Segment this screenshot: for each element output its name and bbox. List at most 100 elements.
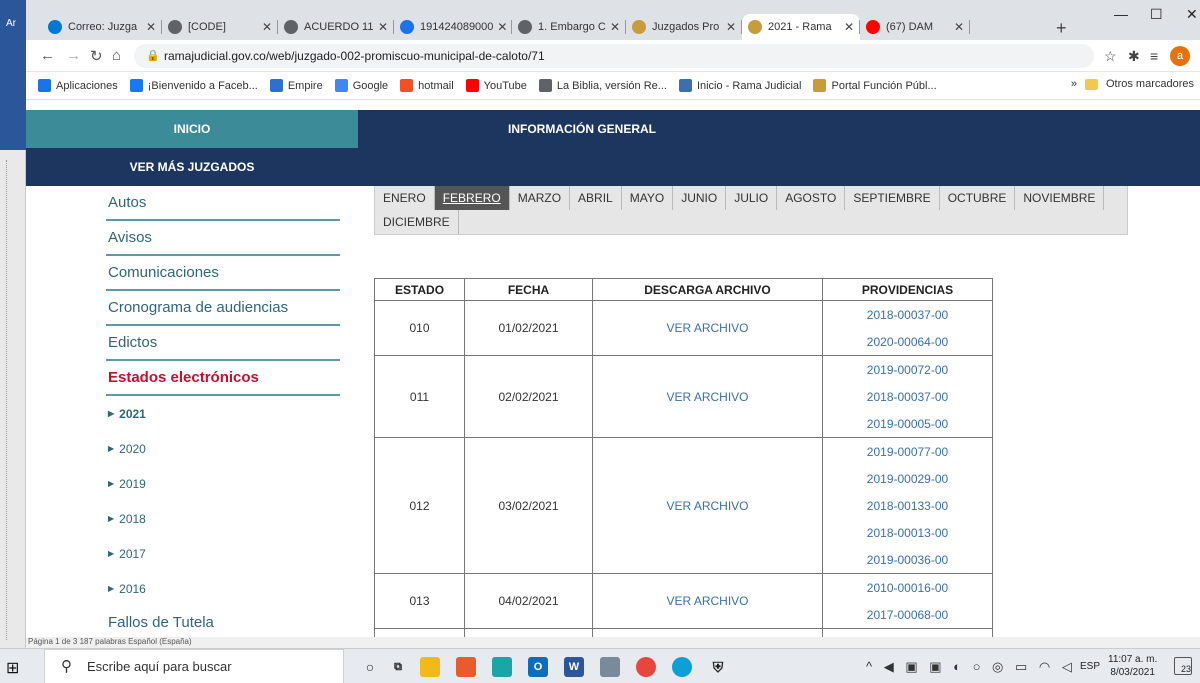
ver-archivo-link[interactable]: VER ARCHIVO (666, 499, 748, 513)
system-clock[interactable]: 11:07 a. m. 8/03/2021 (1108, 653, 1157, 679)
sidebar-item[interactable]: Cronograma de audiencias (106, 291, 340, 326)
browser-tab[interactable]: [CODE] ✕ (162, 14, 278, 40)
address-bar[interactable]: 🔒 ramajudicial.gov.co/web/juzgado-002-pr… (134, 44, 1094, 68)
tab-close-icon[interactable]: ✕ (142, 20, 156, 34)
home-icon[interactable]: ⌂ (112, 47, 121, 64)
ver-archivo-link[interactable]: VER ARCHIVO (666, 594, 748, 608)
providencia-link[interactable]: 2019-00077-00 (823, 438, 992, 465)
month-tab[interactable]: MAYO (622, 186, 674, 210)
notifications-icon[interactable]: 23 (1174, 657, 1192, 675)
other-bookmarks-folder[interactable]: Otros marcadores (1106, 78, 1194, 90)
nav-inicio[interactable]: INICIO (26, 110, 358, 148)
month-tab[interactable]: DICIEMBRE (375, 210, 459, 234)
tab-close-icon[interactable]: ✕ (258, 20, 272, 34)
ver-archivo-link[interactable]: VER ARCHIVO (666, 390, 748, 404)
providencia-link[interactable]: 2010-00016-00 (823, 574, 992, 601)
tab-close-icon[interactable]: ✕ (722, 20, 736, 34)
browser-tab[interactable]: ACUERDO 11 ✕ (278, 14, 394, 40)
sidebar-item[interactable]: Autos (106, 186, 340, 221)
edge-icon[interactable] (672, 657, 692, 677)
browser-tab[interactable]: (67) DAM ✕ (860, 14, 970, 40)
month-tab[interactable]: NOVIEMBRE (1015, 186, 1105, 210)
month-tab[interactable]: JUNIO (673, 186, 727, 210)
tab-close-icon[interactable]: ✕ (606, 20, 620, 34)
minimize-icon[interactable]: — (1114, 6, 1128, 22)
bookmark-item[interactable]: Aplicaciones (38, 79, 118, 92)
cortana-icon[interactable]: ○ (360, 657, 380, 677)
nav-informacion-general[interactable]: INFORMACIÓN GENERAL (358, 110, 1200, 148)
tab-close-icon[interactable]: ✕ (374, 20, 388, 34)
providencia-link[interactable]: 2018-00133-00 (823, 492, 992, 519)
month-tab[interactable]: JULIO (726, 186, 778, 210)
month-tab[interactable]: MARZO (510, 186, 571, 210)
forward-icon[interactable]: → (66, 47, 81, 64)
sidebar-item[interactable]: Edictos (106, 326, 340, 361)
sidebar-item-estados-electronicos[interactable]: Estados electrónicos (106, 361, 340, 396)
back-icon[interactable]: ← (40, 47, 55, 64)
tab-close-icon[interactable]: ✕ (840, 20, 854, 34)
sidebar-year-item[interactable]: ▶ 2019 (106, 466, 340, 501)
providencia-link[interactable]: 2018-00037-00 (823, 301, 992, 328)
providencia-link[interactable]: 2019-00029-00 (823, 465, 992, 492)
calculator-icon[interactable] (600, 657, 620, 677)
providencia-link[interactable]: 2017-00068-00 (823, 601, 992, 628)
nav-ver-mas-juzgados[interactable]: VER MÁS JUZGADOS (26, 148, 358, 186)
pdf-reader-icon[interactable] (456, 657, 476, 677)
month-tab[interactable]: FEBRERO (434, 186, 510, 210)
bookmark-star-icon[interactable]: ☆ (1104, 48, 1117, 65)
outlook-icon[interactable]: O (528, 657, 548, 677)
close-window-icon[interactable]: ✕ (1186, 6, 1198, 23)
browser-tab[interactable]: Correo: Juzga ✕ (42, 14, 162, 40)
chrome-icon[interactable] (636, 657, 656, 677)
bookmark-item[interactable]: Portal Función Públ... (813, 79, 937, 92)
bookmark-item[interactable]: hotmail (400, 79, 454, 92)
bookmark-item[interactable]: Empire (269, 79, 323, 92)
sidebar-item[interactable]: Avisos (106, 221, 340, 256)
extensions-icon[interactable]: ✱ (1128, 48, 1140, 65)
bookmark-item[interactable]: Inicio - Rama Judicial (678, 79, 801, 92)
bookmark-item[interactable]: Google (334, 79, 388, 92)
browser-tab[interactable]: Juzgados Pro ✕ (626, 14, 742, 40)
ver-archivo-link[interactable]: VER ARCHIVO (666, 321, 748, 335)
providencia-link[interactable]: 2019-00005-00 (823, 410, 992, 437)
sidebar-item-fallos-de-tutela[interactable]: Fallos de Tutela (106, 606, 340, 637)
taskbar-search-box[interactable]: ⚲ Escribe aquí para buscar (44, 649, 344, 683)
month-tab[interactable]: ENERO (375, 186, 435, 210)
tab-close-icon[interactable]: ✕ (950, 20, 964, 34)
security-shield-icon[interactable]: ⛨ (708, 657, 728, 677)
providencia-link[interactable]: 2020-00064-00 (823, 328, 992, 355)
sidebar-year-item[interactable]: ▶ 2020 (106, 431, 340, 466)
reload-icon[interactable]: ↻ (90, 47, 103, 65)
profile-avatar[interactable]: a (1170, 46, 1190, 66)
browser-tab[interactable]: 191424089000 ✕ (394, 14, 512, 40)
browser-tab[interactable]: 1. Embargo C ✕ (512, 14, 626, 40)
month-tab[interactable]: AGOSTO (777, 186, 846, 210)
sidebar-year-item[interactable]: ▶ 2017 (106, 536, 340, 571)
providencia-link[interactable]: 2019-00072-00 (823, 356, 992, 383)
task-view-icon[interactable]: ⧉ (388, 657, 408, 677)
sidebar-year-item[interactable]: ▶ 2021 (106, 396, 340, 431)
file-explorer-icon[interactable] (420, 657, 440, 677)
maximize-icon[interactable]: ☐ (1150, 6, 1163, 23)
month-tab[interactable]: SEPTIEMBRE (845, 186, 940, 210)
providencia-link[interactable]: 2018-00037-00 (823, 383, 992, 410)
system-tray-icons[interactable]: ^ ◀ ▣ ▣ ◐ ○ ◎ ▭ ◠ ◁ (866, 659, 1076, 675)
month-tab[interactable]: ABRIL (570, 186, 622, 210)
tab-close-icon[interactable]: ✕ (493, 20, 507, 34)
bookmark-item[interactable]: La Biblia, versión Re... (538, 79, 667, 92)
sidebar-year-item[interactable]: ▶ 2016 (106, 571, 340, 606)
bookmark-item[interactable]: ¡Bienvenido a Faceb... (129, 79, 258, 92)
more-bookmarks-button[interactable]: » (1071, 78, 1077, 90)
new-tab-button[interactable]: + (1056, 18, 1067, 39)
sidebar-item[interactable]: Comunicaciones (106, 256, 340, 291)
windows-start-icon[interactable]: ⊞ (6, 658, 19, 678)
calculator-app-icon[interactable] (492, 657, 512, 677)
reading-list-icon[interactable]: ≡ (1150, 48, 1158, 64)
browser-tab[interactable]: 2021 - Rama ✕ (742, 14, 860, 40)
providencia-link[interactable]: 2006-00225-00 (823, 629, 992, 638)
providencia-link[interactable]: 2019-00036-00 (823, 546, 992, 573)
bookmark-item[interactable]: YouTube (465, 79, 527, 92)
sidebar-year-item[interactable]: ▶ 2018 (106, 501, 340, 536)
month-tab[interactable]: OCTUBRE (940, 186, 1016, 210)
word-icon[interactable]: W (564, 657, 584, 677)
